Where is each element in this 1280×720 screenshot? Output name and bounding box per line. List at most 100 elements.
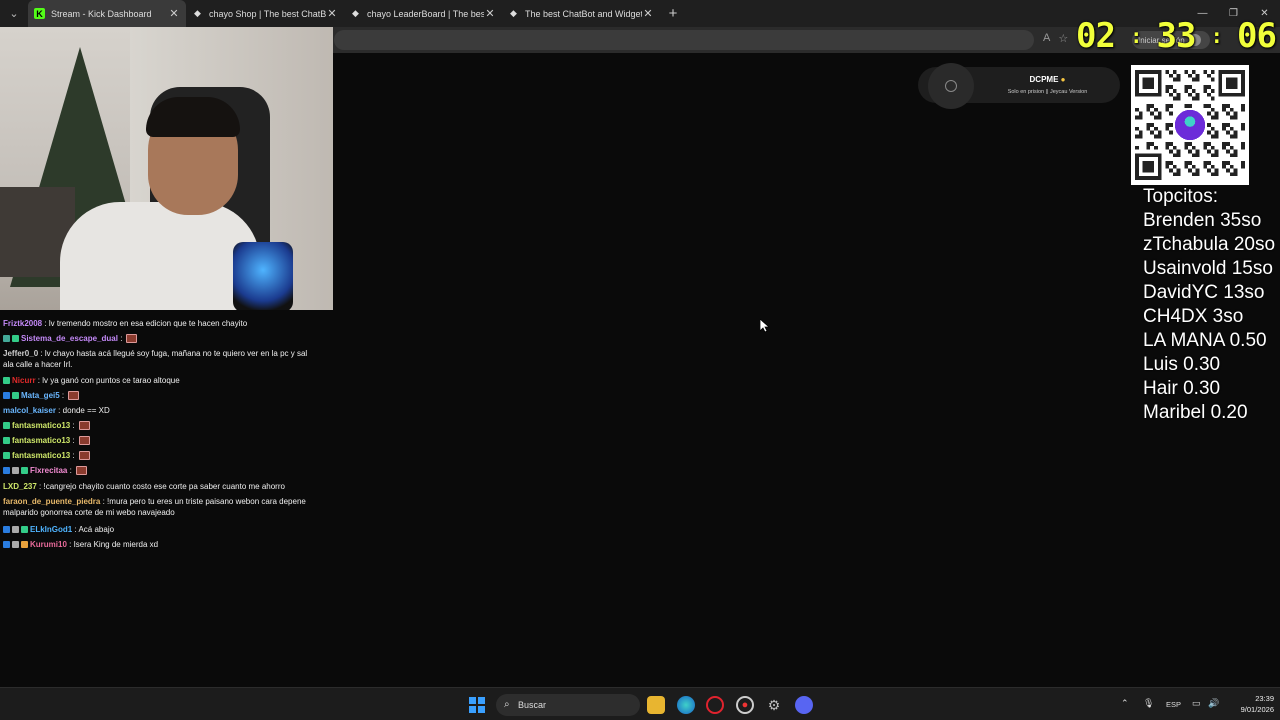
timer-minutes: 33 — [1156, 16, 1197, 56]
chat-badge-icon — [12, 392, 19, 399]
timer-hours: 02 — [1076, 16, 1116, 56]
taskbar-clock[interactable]: 23:39 9/01/2026 — [1224, 693, 1274, 715]
chat-badge-icon — [3, 452, 10, 459]
chat-text: : donde == XD — [58, 406, 110, 415]
rgb-speaker — [233, 242, 293, 310]
opera-icon[interactable] — [706, 696, 724, 714]
chat-username[interactable]: Jeffer0_0 — [3, 349, 38, 358]
chat-message: faraon_de_puente_piedra : !mura pero tu … — [3, 496, 318, 518]
chat-text: : lv tremendo mostro en esa edicion que … — [44, 319, 248, 328]
chat-badge-icon — [3, 526, 10, 533]
leaderboard-entry: Usainvold 15so — [1143, 258, 1273, 279]
chat-message: Flxrecitaa : — [3, 465, 318, 476]
chat-badge-icon — [21, 467, 28, 474]
chat-username[interactable]: Flxrecitaa — [30, 466, 67, 475]
obs-icon[interactable]: ● — [736, 696, 754, 714]
chat-message: fantasmatico13 : — [3, 435, 318, 446]
chat-badge-icon — [3, 437, 10, 444]
chat-text: : lv ya ganó con puntos ce tarao altoque — [37, 376, 180, 385]
chat-badge-icon — [12, 541, 19, 548]
chat-text: : Acá abajo — [74, 525, 115, 534]
tab-close-icon[interactable]: ✕ — [642, 7, 654, 20]
chat-username[interactable]: Sistema_de_escape_dual — [21, 334, 118, 343]
stream-timer: 02 : 33 : 06 — [1076, 16, 1277, 56]
leaderboard-entry: CH4DX 3so — [1143, 306, 1244, 327]
chat-badge-icon — [12, 335, 19, 342]
chat-text: : — [72, 421, 75, 430]
leaderboard-entry: Maribel 0.20 — [1143, 402, 1248, 423]
tab-title: chayo LeaderBoard | The best Cha — [367, 8, 484, 19]
tab-close-icon[interactable]: ✕ — [484, 7, 496, 20]
tab-list-dropdown-icon[interactable]: ⌄ — [0, 0, 28, 27]
yape-qr-code — [1131, 65, 1249, 185]
edge-browser-icon[interactable] — [677, 696, 695, 714]
chat-emote-icon — [78, 451, 90, 460]
tray-chevron-up-icon[interactable]: ⌃ — [1121, 698, 1129, 709]
chat-emote-icon — [78, 421, 90, 430]
leaderboard-entry: Brenden 35so — [1143, 210, 1262, 231]
chat-username[interactable]: Kurumi10 — [30, 540, 67, 549]
chat-username[interactable]: Friztk2008 — [3, 319, 42, 328]
windows-taskbar: ⌕ Buscar ● ⚙ ⌃ 🎙 ESP ▭ 🔊 23:39 9/01/2026 — [0, 687, 1280, 720]
language-indicator[interactable]: ESP — [1166, 700, 1181, 709]
leaderboard-entry: Hair 0.30 — [1143, 378, 1221, 399]
chat-username[interactable]: Nicurr — [12, 376, 36, 385]
chat-badge-icon — [3, 335, 10, 342]
chat-text: : Isera King de mierda xd — [69, 540, 159, 549]
chat-text: : lv chayo hasta acá llegué soy fuga, ma… — [3, 349, 308, 369]
chat-text: : — [61, 391, 65, 400]
chat-message: malcol_kaiser : donde == XD — [3, 405, 318, 416]
tab-chayo-leaderboard[interactable]: ◆ chayo LeaderBoard | The best Cha ✕ — [344, 0, 502, 27]
mouse-cursor-icon — [760, 319, 770, 333]
tab-title: Stream - Kick Dashboard — [51, 8, 152, 19]
start-windows-icon[interactable] — [469, 697, 485, 713]
tab-kick-dashboard[interactable]: K Stream - Kick Dashboard ✕ — [28, 0, 186, 27]
favorite-star-icon[interactable]: ☆ — [1058, 32, 1068, 45]
chat-username[interactable]: ELkInGod1 — [30, 525, 72, 534]
chat-text: : — [69, 466, 72, 475]
chat-badge-icon — [3, 541, 10, 548]
chat-username[interactable]: LXD_237 — [3, 482, 37, 491]
chat-emote-icon — [75, 466, 87, 475]
chat-username[interactable]: malcol_kaiser — [3, 406, 56, 415]
network-icon[interactable]: ▭ — [1192, 698, 1201, 709]
microphone-icon[interactable]: 🎙 — [1143, 698, 1154, 709]
timer-seconds: 06 — [1237, 16, 1277, 56]
taskbar-search[interactable]: ⌕ Buscar — [496, 694, 640, 716]
chat-message: ELkInGod1 : Acá abajo — [3, 524, 318, 535]
address-bar-actions: A ☆ — [1043, 32, 1068, 45]
chat-text: : — [72, 436, 75, 445]
tab-chayo-shop[interactable]: ◆ chayo Shop | The best ChatBot an ✕ — [186, 0, 344, 27]
chat-username[interactable]: fantasmatico13 — [12, 436, 70, 445]
leaderboard-entry: LA MANA 0.50 — [1143, 330, 1267, 351]
chat-badge-icon — [12, 467, 19, 474]
chat-text: : — [120, 334, 123, 343]
now-playing-title: DCPME ● — [1029, 75, 1066, 84]
webcam-feed — [0, 27, 333, 310]
tab-chatbot-widgets[interactable]: ◆ The best ChatBot and Widgets for ✕ — [502, 0, 660, 27]
tab-close-icon[interactable]: ✕ — [326, 7, 338, 20]
file-explorer-icon[interactable] — [647, 696, 665, 714]
tab-close-icon[interactable]: ✕ — [168, 7, 180, 20]
chat-username[interactable]: Mata_gei5 — [21, 391, 60, 400]
leaderboard-entry: Luis 0.30 — [1143, 354, 1221, 375]
settings-gear-icon[interactable]: ⚙ — [765, 696, 783, 714]
url-input[interactable] — [334, 30, 1034, 50]
clock-date: 9/01/2026 — [1240, 705, 1274, 714]
chat-badge-icon — [3, 377, 10, 384]
chat-username[interactable]: fantasmatico13 — [12, 451, 70, 460]
chat-badge-icon — [3, 422, 10, 429]
read-aloud-icon[interactable]: A — [1043, 32, 1050, 45]
leaderboard-overlay: Topcitos: Brenden 35so zTchabula 20so Us… — [1143, 185, 1280, 425]
now-playing-subtitle: Solo en prision || Jeycau Version — [1007, 89, 1088, 95]
volume-icon[interactable]: 🔊 — [1208, 698, 1219, 709]
chat-username[interactable]: fantasmatico13 — [12, 421, 70, 430]
leaderboard-entry: zTchabula 20so — [1143, 234, 1276, 255]
chat-username[interactable]: faraon_de_puente_piedra — [3, 497, 100, 506]
chat-emote-icon — [68, 391, 80, 400]
bot-icon: ◆ — [510, 8, 517, 18]
discord-icon[interactable] — [795, 696, 813, 714]
new-tab-button[interactable]: + — [660, 0, 686, 27]
chat-message: Sistema_de_escape_dual : — [3, 333, 318, 344]
chat-message: fantasmatico13 : — [3, 450, 318, 461]
